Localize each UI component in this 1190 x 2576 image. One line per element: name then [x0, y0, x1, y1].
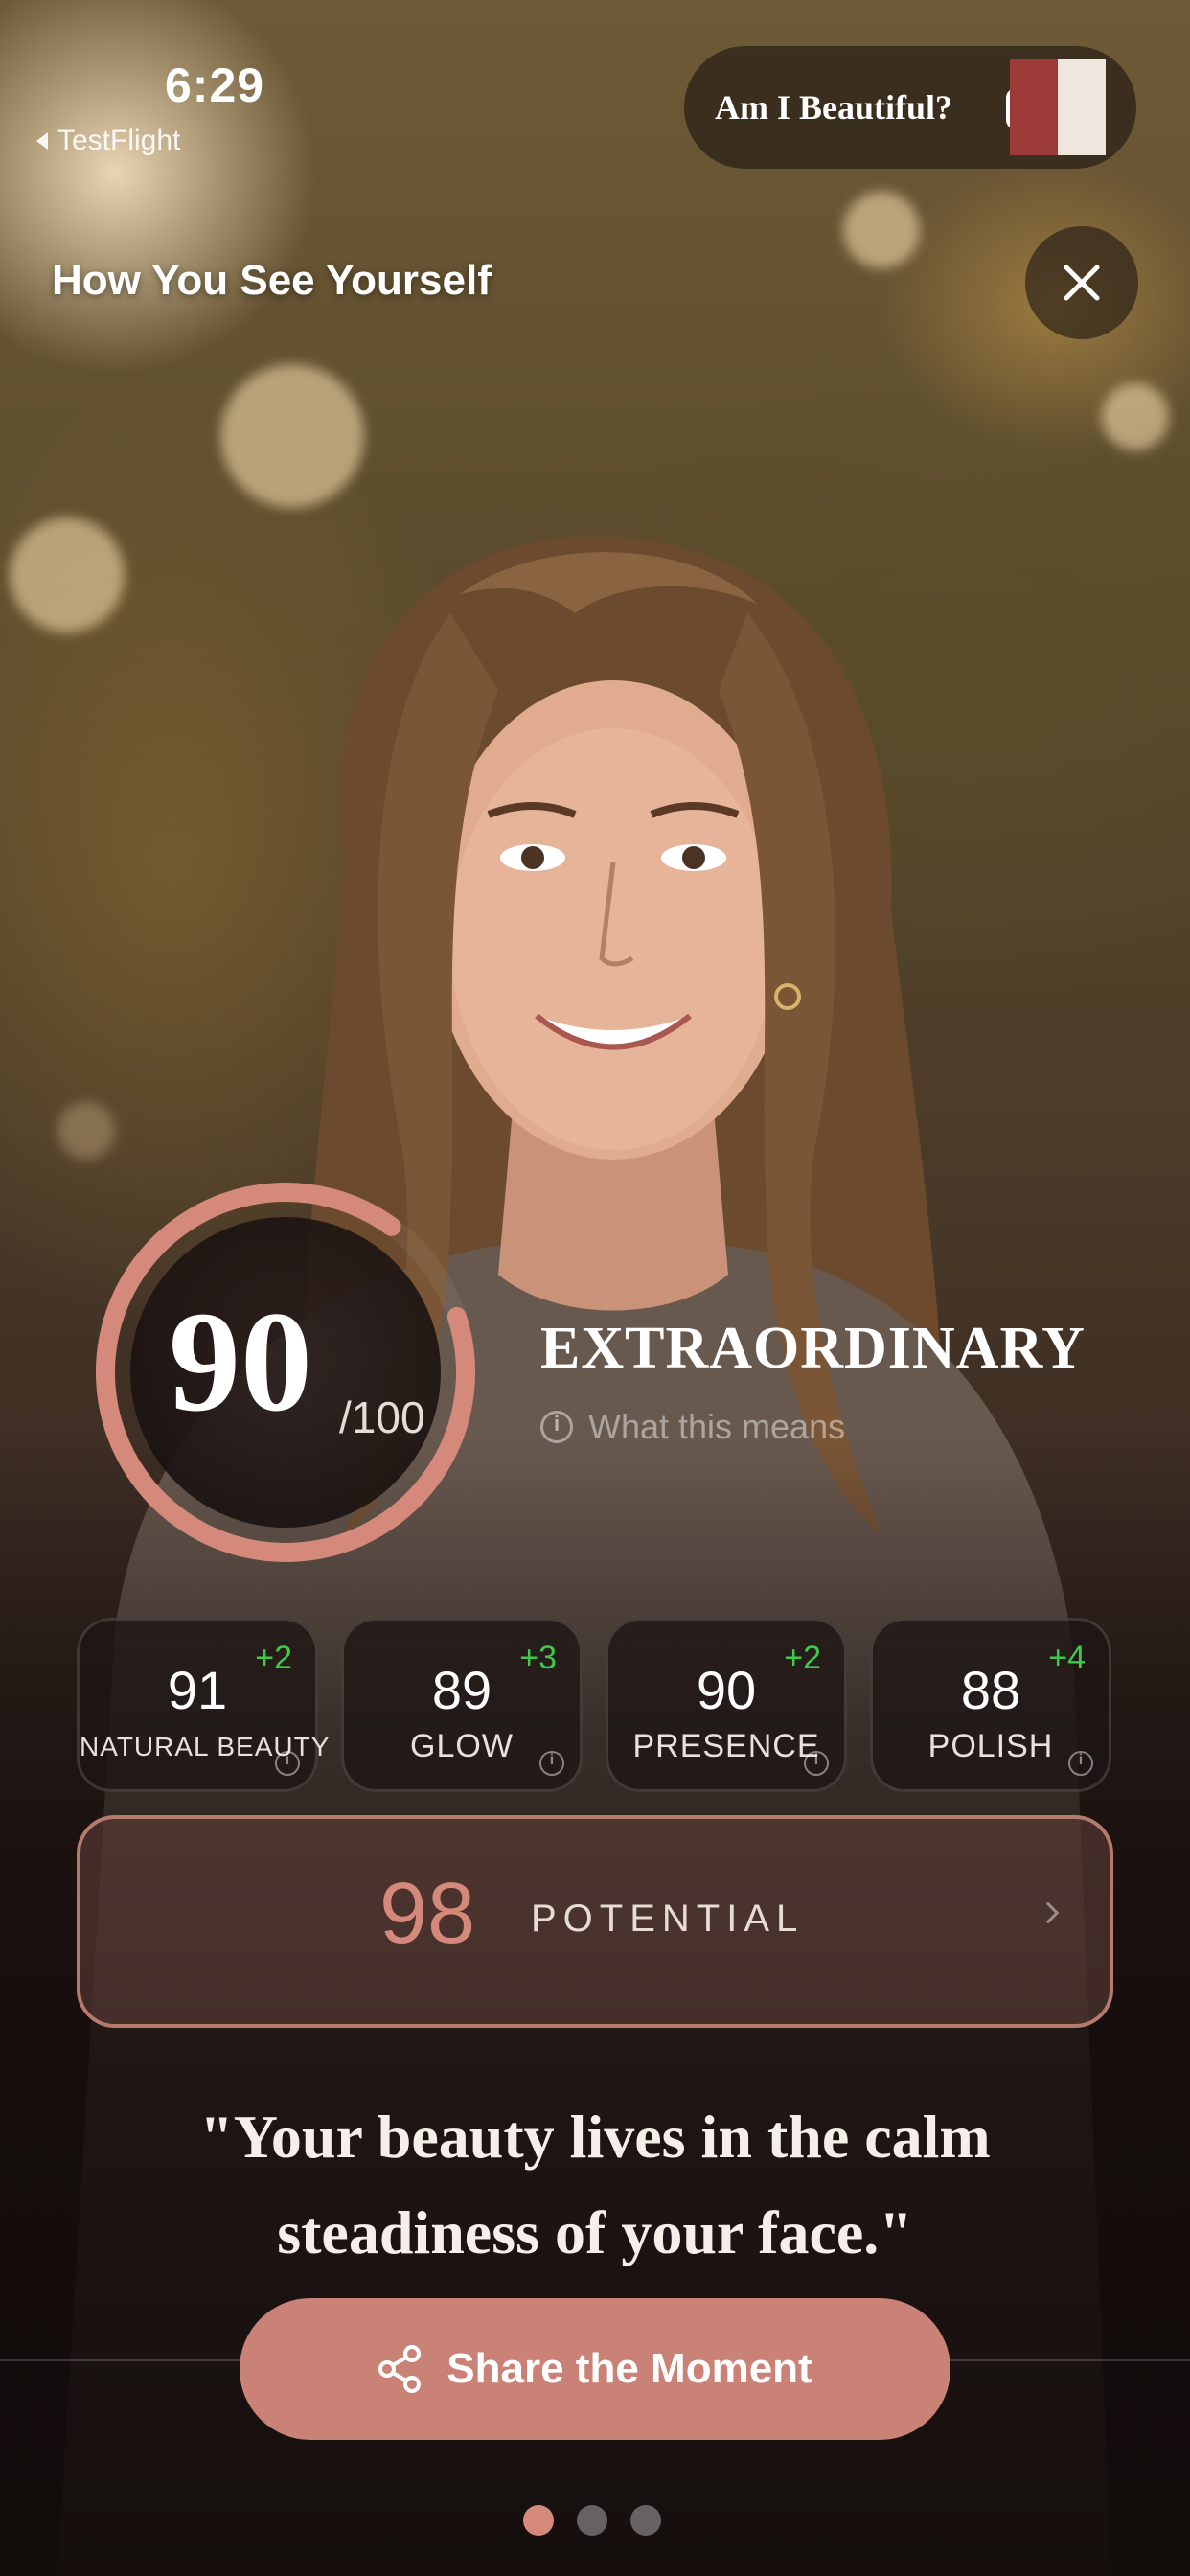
- page-dot[interactable]: [630, 2505, 661, 2536]
- back-app-label: TestFlight: [57, 125, 181, 156]
- metric-delta: +3: [519, 1640, 557, 1676]
- page-indicator[interactable]: [523, 2505, 661, 2536]
- app-title-pill: Am I Beautiful? 76: [684, 46, 1136, 169]
- app-thumbnail: [1010, 59, 1106, 155]
- back-arrow-icon: [36, 132, 48, 150]
- share-icon: [378, 2345, 422, 2393]
- share-button[interactable]: Share the Moment: [240, 2298, 950, 2440]
- chevron-right-icon: [1037, 1901, 1060, 1924]
- potential-label: POTENTIAL: [531, 1898, 805, 1940]
- info-icon[interactable]: [275, 1751, 300, 1776]
- quote-line: "Your beauty lives in the calm: [199, 2103, 991, 2171]
- score-max: /100: [339, 1392, 425, 1442]
- metric-card-natural-beauty[interactable]: 91 +2 NATURAL BEAUTY: [77, 1618, 329, 1792]
- what-this-means-link[interactable]: What this means: [540, 1407, 845, 1447]
- info-icon: [540, 1411, 573, 1443]
- score-value: 90: [169, 1282, 312, 1441]
- result-screen: 6:29 TestFlight Am I Beautiful? 76 How Y…: [0, 0, 1190, 2576]
- metric-card-polish[interactable]: 88 +4 POLISH: [870, 1618, 1111, 1792]
- share-button-label: Share the Moment: [446, 2345, 812, 2392]
- page-dot[interactable]: [523, 2505, 554, 2536]
- metric-delta: +2: [784, 1640, 821, 1676]
- potential-value: 98: [379, 1866, 476, 1962]
- rating-label: EXTRAORDINARY: [540, 1316, 1086, 1381]
- metric-card-presence[interactable]: 90 +2 PRESENCE: [606, 1618, 847, 1792]
- close-icon: [1064, 264, 1100, 301]
- potential-card[interactable]: 98 POTENTIAL: [77, 1815, 1113, 2028]
- quote-line: steadiness of your face.": [277, 2198, 913, 2266]
- info-icon[interactable]: [539, 1751, 564, 1776]
- quote-text: "Your beauty lives in the calm steadines…: [57, 2089, 1133, 2281]
- close-button[interactable]: [1025, 226, 1138, 339]
- back-to-testflight[interactable]: TestFlight: [36, 125, 180, 157]
- metric-card-glow[interactable]: 89 +3 GLOW: [341, 1618, 583, 1792]
- app-title: Am I Beautiful?: [715, 88, 953, 126]
- metric-delta: +2: [255, 1640, 292, 1676]
- metric-delta: +4: [1048, 1640, 1086, 1676]
- section-title: How You See Yourself: [52, 257, 492, 304]
- info-icon[interactable]: [804, 1751, 829, 1776]
- info-icon[interactable]: [1068, 1751, 1093, 1776]
- what-this-means-label: What this means: [588, 1407, 846, 1446]
- status-time: 6:29: [165, 58, 265, 112]
- page-dot[interactable]: [577, 2505, 607, 2536]
